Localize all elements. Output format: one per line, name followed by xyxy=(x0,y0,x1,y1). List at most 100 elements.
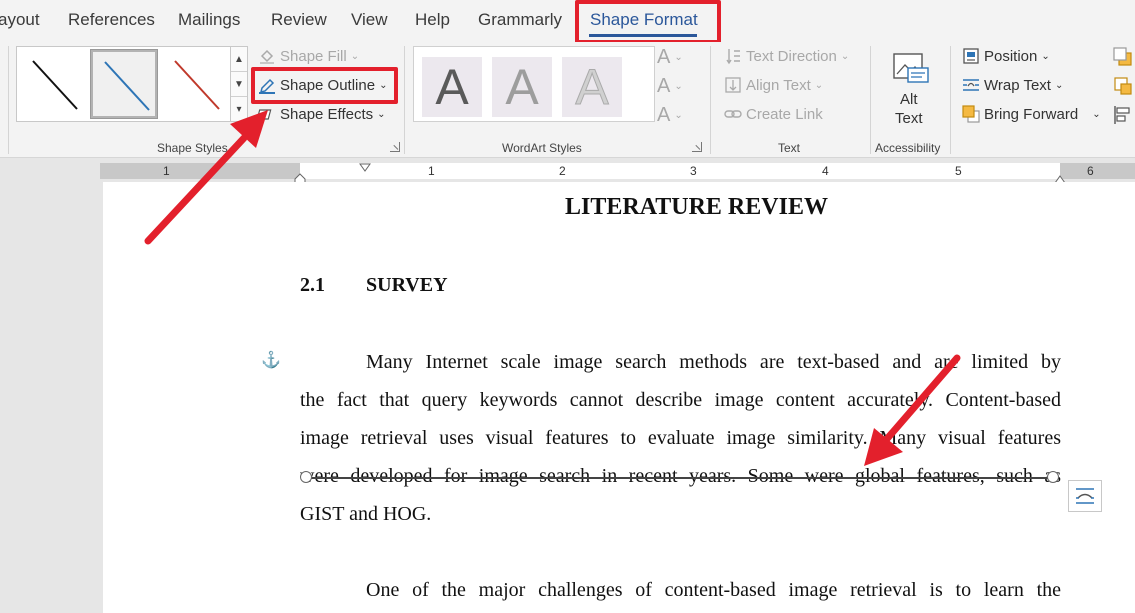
shape-fill-button[interactable]: Shape Fill ⌄ xyxy=(258,47,359,65)
tab-references[interactable]: References xyxy=(68,10,155,30)
position-button[interactable]: Position ⌄ xyxy=(962,47,1050,65)
alt-text-button[interactable]: Alt Text xyxy=(884,48,936,136)
alt-text-label-line2: Text xyxy=(895,110,923,127)
text-fill-icon: A xyxy=(657,46,671,68)
line-end-handle[interactable] xyxy=(1047,471,1059,483)
ruler-number: 1 xyxy=(163,164,170,178)
tab-mailings[interactable]: Mailings xyxy=(178,10,240,30)
paragraph-line: One of the major challenges of content-b… xyxy=(366,579,1061,601)
wrap-text-button[interactable]: Wrap Text ⌄ xyxy=(962,76,1063,94)
create-link-button[interactable]: Create Link xyxy=(724,105,823,123)
shape-styles-launcher-icon[interactable] xyxy=(390,142,400,152)
active-tab-indicator xyxy=(589,34,697,37)
link-icon xyxy=(724,105,742,123)
pencil-icon xyxy=(258,76,276,94)
position-icon xyxy=(962,47,980,65)
chevron-down-icon: ⌄ xyxy=(379,79,388,91)
tab-help[interactable]: Help xyxy=(415,10,450,30)
shape-effects-icon xyxy=(256,105,276,123)
tab-view[interactable]: View xyxy=(351,10,388,30)
gallery-up-icon[interactable]: ▲ xyxy=(231,47,247,72)
layout-options-button[interactable] xyxy=(1068,480,1102,512)
ribbon: ▲ ▼ ▾ Shape Fill ⌄ Shape Outline ⌄ Shape… xyxy=(0,42,1135,158)
first-line-indent-marker-icon[interactable] xyxy=(359,160,371,178)
wordart-style-outline[interactable]: A xyxy=(562,57,622,117)
text-outline-button[interactable]: A ⌄ xyxy=(657,75,683,98)
wordart-launcher-icon[interactable] xyxy=(692,142,702,152)
group-separator xyxy=(950,46,951,154)
wordart-gallery: A A A xyxy=(413,46,655,122)
ruler-number: 5 xyxy=(955,164,962,178)
paint-bucket-icon xyxy=(258,47,276,65)
group-separator xyxy=(404,46,405,154)
section-title: SURVEY xyxy=(366,274,448,296)
paragraph-line: GIST and HOG. xyxy=(300,503,432,525)
align-text-button[interactable]: Align Text ⌄ xyxy=(724,76,823,94)
shape-effects-button[interactable]: Shape Effects ⌄ xyxy=(256,105,386,123)
text-direction-label: Text Direction xyxy=(746,47,837,65)
gallery-more-icon[interactable]: ▾ xyxy=(231,97,247,122)
group-separator xyxy=(710,46,711,154)
shape-effects-label: Shape Effects xyxy=(280,105,374,123)
paragraph-line: the fact that query keywords cannot desc… xyxy=(300,389,1061,411)
horizontal-ruler[interactable]: 1 1 2 3 4 5 6 xyxy=(100,160,1135,185)
ruler-text-area xyxy=(300,163,1060,179)
send-backward-icon[interactable] xyxy=(1113,47,1133,72)
wordart-group-label: WordArt Styles xyxy=(502,141,582,155)
tab-review[interactable]: Review xyxy=(271,10,327,30)
ruler-number: 3 xyxy=(690,164,697,178)
chevron-down-icon: ⌄ xyxy=(840,50,850,62)
ruler-left-margin xyxy=(100,163,300,179)
ruler-number: 6 xyxy=(1087,164,1094,178)
chevron-down-icon: ⌄ xyxy=(674,110,683,121)
wrap-text-icon xyxy=(962,76,980,94)
tab-shape-format[interactable]: Shape Format xyxy=(590,10,698,30)
text-direction-button[interactable]: Text Direction ⌄ xyxy=(724,47,849,65)
text-direction-icon xyxy=(724,47,742,65)
shape-style-blue-line[interactable] xyxy=(90,49,158,119)
paragraph-line: were developed for image search in recen… xyxy=(300,465,1061,487)
wordart-style-dark[interactable]: A xyxy=(422,57,482,117)
layout-options-icon xyxy=(1076,488,1094,504)
ruler-number: 1 xyxy=(428,164,435,178)
anchor-icon[interactable]: ⚓ xyxy=(261,350,281,370)
shape-styles-group-label: Shape Styles xyxy=(157,141,228,155)
paragraph-line: Many Internet scale image search methods… xyxy=(366,351,1061,373)
shape-style-black-line[interactable] xyxy=(19,49,87,119)
chevron-down-icon: ⌄ xyxy=(377,108,386,120)
shape-outline-button[interactable]: Shape Outline ⌄ xyxy=(258,76,387,94)
ruler-right-margin xyxy=(1060,163,1135,179)
chevron-down-icon: ⌄ xyxy=(814,79,824,91)
align-objects-icon[interactable] xyxy=(1113,105,1133,130)
bring-forward-button[interactable]: Bring Forward ⌄ xyxy=(962,105,1101,123)
chevron-down-icon: ⌄ xyxy=(1041,50,1050,62)
bring-forward-icon xyxy=(962,105,980,123)
tab-layout[interactable]: ayout xyxy=(0,10,40,30)
shape-styles-gallery xyxy=(16,46,231,122)
gallery-scrollbar[interactable]: ▲ ▼ ▾ xyxy=(230,46,248,122)
shape-style-red-line[interactable] xyxy=(161,49,229,119)
selected-line-shape[interactable] xyxy=(306,477,1054,479)
line-start-handle[interactable] xyxy=(300,471,312,483)
ruler-number: 4 xyxy=(822,164,829,178)
shape-fill-label: Shape Fill xyxy=(280,47,347,65)
gallery-down-icon[interactable]: ▼ xyxy=(231,72,247,97)
text-effects-button[interactable]: A ⌄ xyxy=(657,104,683,127)
document-page[interactable]: LITERATURE REVIEW 2.1 SURVEY ⚓ Many Inte… xyxy=(103,182,1135,613)
chevron-down-icon: ⌄ xyxy=(1092,108,1101,120)
text-outline-icon: A xyxy=(657,75,671,97)
section-number: 2.1 xyxy=(300,274,325,296)
text-fill-button[interactable]: A ⌄ xyxy=(657,46,683,69)
group-separator xyxy=(870,46,871,154)
chevron-down-icon: ⌄ xyxy=(1054,79,1064,91)
align-text-icon xyxy=(724,76,742,94)
paragraph-line: image retrieval uses visual features to … xyxy=(300,427,1061,449)
text-effects-icon: A xyxy=(657,104,671,126)
selection-pane-icon[interactable] xyxy=(1113,76,1133,101)
bring-forward-label: Bring Forward xyxy=(984,105,1079,123)
accessibility-group-label: Accessibility xyxy=(875,141,941,155)
wrap-text-label: Wrap Text xyxy=(984,76,1051,94)
create-link-label: Create Link xyxy=(746,105,823,123)
tab-grammarly[interactable]: Grammarly xyxy=(478,10,562,30)
wordart-style-grey[interactable]: A xyxy=(492,57,552,117)
